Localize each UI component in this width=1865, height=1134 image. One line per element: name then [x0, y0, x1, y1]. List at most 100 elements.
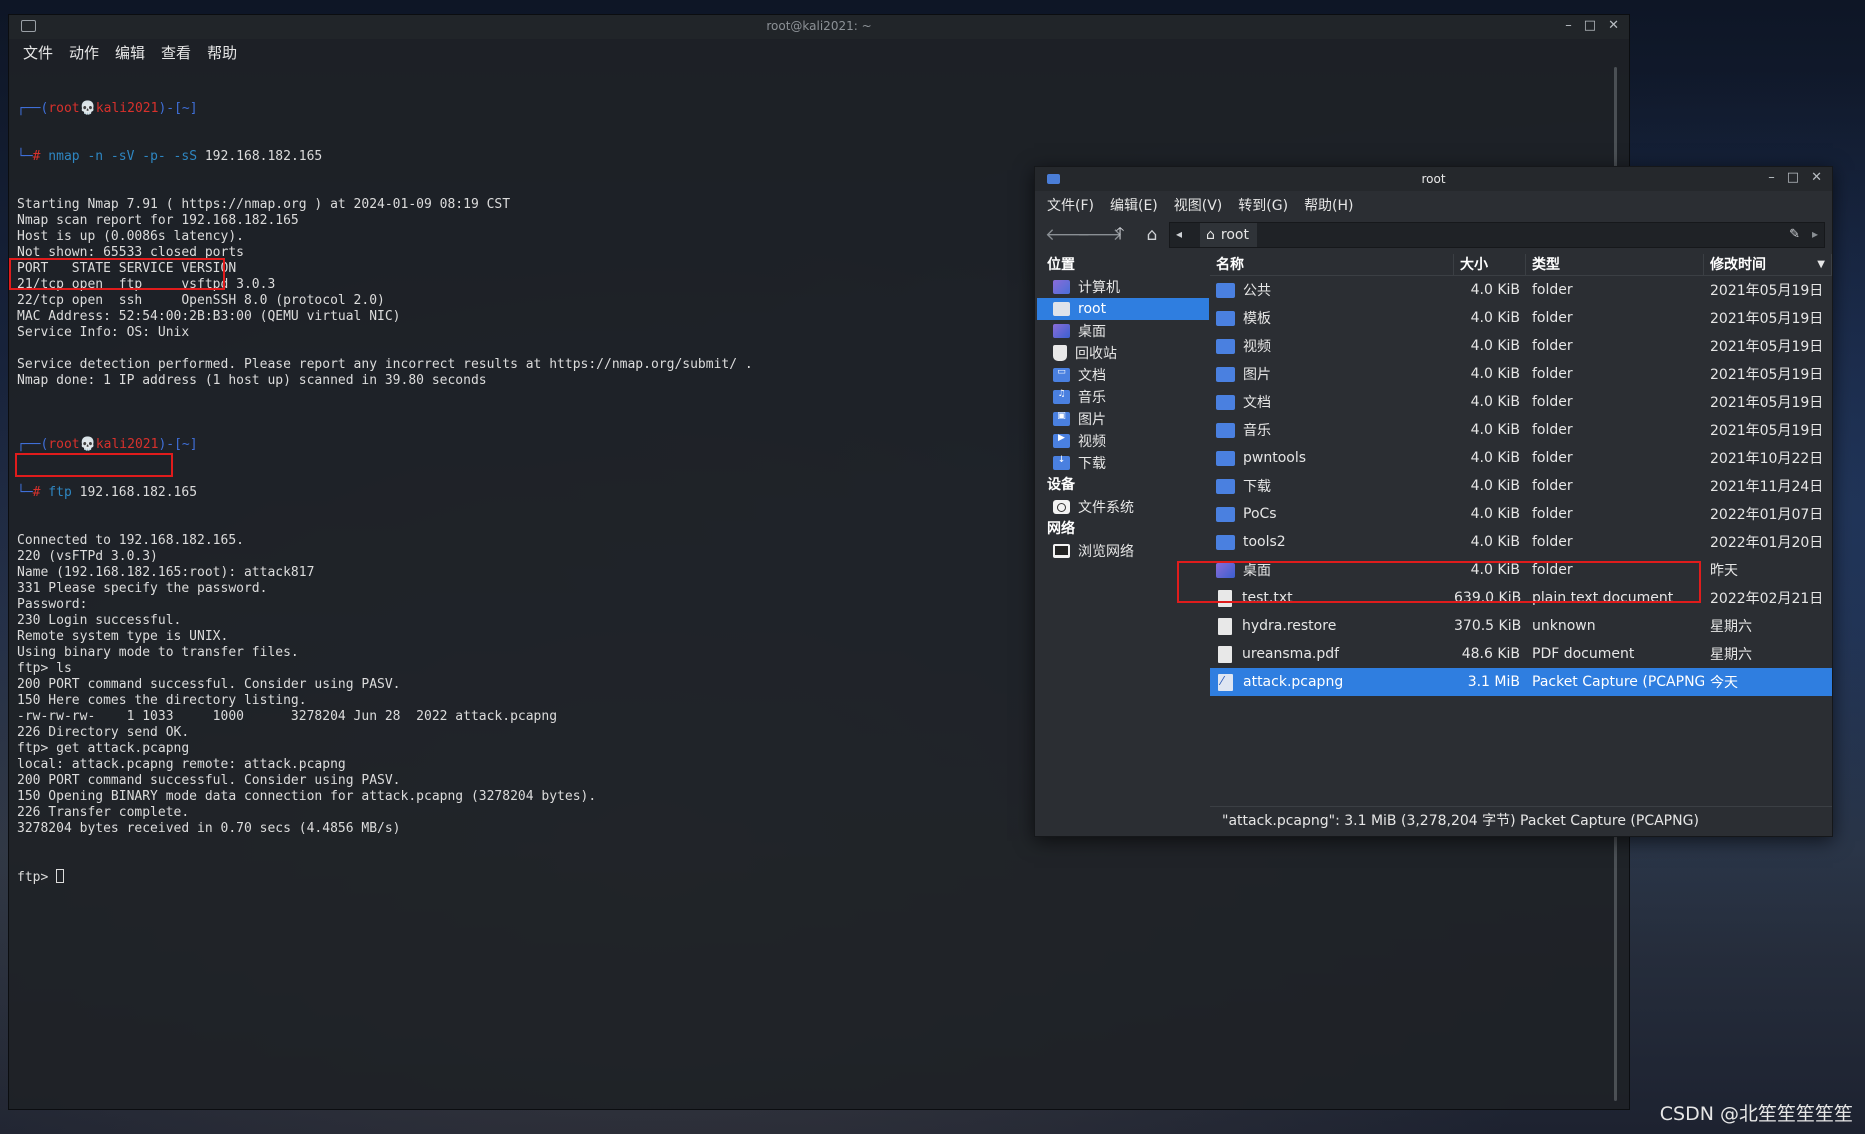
file-name-cell: hydra.restore — [1210, 617, 1454, 635]
pcap-file-icon — [1218, 673, 1233, 691]
status-bar: "attack.pcapng": 3.1 MiB (3,278,204 字节) … — [1210, 806, 1832, 834]
close-button[interactable]: ✕ — [1811, 170, 1822, 186]
sidebar-item[interactable]: ▶ 视频 — [1037, 430, 1209, 452]
file-row[interactable]: 文档 4.0 KiB folder 2021年05月19日 — [1210, 388, 1832, 416]
file-date-cell: 2022年02月21日 — [1710, 591, 1824, 607]
menu-go[interactable]: 转到(G) — [1238, 195, 1288, 215]
path-crumb-root[interactable]: ⌂ root — [1200, 223, 1257, 247]
music-folder-icon: ♫ — [1053, 389, 1070, 404]
file-type-cell: Packet Capture (PCAPNG) — [1532, 674, 1704, 690]
file-row[interactable]: attack.pcapng 3.1 MiB Packet Capture (PCAP… — [1210, 668, 1832, 696]
folder-icon — [1216, 338, 1235, 354]
sidebar-item[interactable]: 浏览网络 — [1037, 540, 1209, 562]
file-row[interactable]: 下载 4.0 KiB folder 2021年11月24日 — [1210, 472, 1832, 500]
file-date-cell: 2021年05月19日 — [1710, 311, 1824, 327]
sidebar-item[interactable]: root — [1037, 298, 1209, 320]
sidebar-item-label: 图片 — [1078, 412, 1106, 428]
column-header-date[interactable]: 修改时间 ▼ — [1704, 254, 1832, 275]
forward-arrow-icon[interactable]: 🡒 — [1077, 225, 1123, 245]
path-bar[interactable]: ◂ ⌂ root ✎ ▸ — [1169, 222, 1825, 248]
trash-icon — [1053, 345, 1067, 361]
menu-help[interactable]: 帮助 — [207, 42, 237, 63]
ftp-prompt-line[interactable]: ftp> — [17, 869, 1629, 885]
file-name-cell: tools2 — [1210, 534, 1454, 550]
home-folder-icon — [1053, 302, 1070, 316]
file-type-cell: folder — [1532, 450, 1573, 466]
highlight-box-get-command — [15, 453, 173, 477]
file-manager-titlebar[interactable]: root – □ ✕ — [1035, 167, 1832, 191]
column-header-type[interactable]: 类型 — [1526, 254, 1704, 275]
file-row[interactable]: 公共 4.0 KiB folder 2021年05月19日 — [1210, 276, 1832, 304]
path-scroll-left-icon[interactable]: ◂ — [1176, 227, 1182, 241]
file-name: 图片 — [1243, 367, 1271, 383]
menu-file[interactable]: 文件 — [23, 42, 53, 63]
file-manager-window[interactable]: root – □ ✕ 文件(F) 编辑(E) 视图(V) 转到(G) 帮助(H)… — [1034, 166, 1833, 837]
file-size-cell: 4.0 KiB — [1470, 310, 1520, 326]
pictures-folder-icon: ▣ — [1053, 411, 1070, 426]
file-name-cell: 公共 — [1210, 280, 1454, 300]
back-arrow-icon[interactable]: 🡐 — [1045, 225, 1091, 245]
file-size-cell: 4.0 KiB — [1470, 394, 1520, 410]
menu-file[interactable]: 文件(F) — [1047, 195, 1094, 215]
file-name: 音乐 — [1243, 423, 1271, 439]
file-type-cell: PDF document — [1532, 646, 1635, 662]
menu-action[interactable]: 动作 — [69, 42, 99, 63]
file-name-cell: PoCs — [1210, 506, 1454, 522]
terminal-titlebar[interactable]: root@kali2021: ~ – □ ✕ — [9, 15, 1629, 39]
menu-edit[interactable]: 编辑 — [115, 42, 145, 63]
menu-view[interactable]: 视图(V) — [1174, 195, 1223, 215]
sidebar-item[interactable]: ♫ 音乐 — [1037, 386, 1209, 408]
file-row[interactable]: 音乐 4.0 KiB folder 2021年05月19日 — [1210, 416, 1832, 444]
file-date-cell: 2021年10月22日 — [1710, 451, 1824, 467]
file-row[interactable]: tools2 4.0 KiB folder 2022年01月20日 — [1210, 528, 1832, 556]
menu-view[interactable]: 查看 — [161, 42, 191, 63]
file-row[interactable]: 视频 4.0 KiB folder 2021年05月19日 — [1210, 332, 1832, 360]
column-header-size[interactable]: 大小 — [1454, 254, 1526, 275]
minimize-button[interactable]: – — [1565, 18, 1572, 34]
close-button[interactable]: ✕ — [1608, 18, 1619, 34]
up-arrow-icon[interactable]: 🡑 — [1109, 221, 1131, 250]
file-row[interactable]: 模板 4.0 KiB folder 2021年05月19日 — [1210, 304, 1832, 332]
file-size-cell: 4.0 KiB — [1470, 478, 1520, 494]
sidebar-item[interactable]: ↓ 下载 — [1037, 452, 1209, 474]
file-name: 文档 — [1243, 395, 1271, 411]
menu-edit[interactable]: 编辑(E) — [1110, 195, 1158, 215]
file-type-cell: folder — [1532, 338, 1573, 354]
file-name-cell: pwntools — [1210, 450, 1454, 466]
sidebar-item[interactable]: 文件系统 — [1037, 496, 1209, 518]
sidebar-item[interactable]: 桌面 — [1037, 320, 1209, 342]
folder-icon — [1216, 422, 1235, 438]
file-row[interactable]: 图片 4.0 KiB folder 2021年05月19日 — [1210, 360, 1832, 388]
folder-icon — [1216, 394, 1235, 410]
highlight-box-attack-pcapng — [1177, 561, 1701, 603]
path-scroll-right-icon[interactable]: ▸ — [1812, 227, 1818, 241]
home-icon[interactable]: ⌂ — [1141, 225, 1163, 245]
file-date-cell: 2022年01月20日 — [1710, 535, 1824, 551]
minimize-button[interactable]: – — [1768, 170, 1775, 186]
file-date-cell: 2021年05月19日 — [1710, 339, 1824, 355]
sidebar-item[interactable]: 回收站 — [1037, 342, 1209, 364]
sidebar-item[interactable]: 计算机 — [1037, 276, 1209, 298]
file-size-cell: 3.1 MiB — [1467, 674, 1520, 690]
maximize-button[interactable]: □ — [1584, 18, 1596, 34]
sidebar-item-label: 计算机 — [1078, 280, 1120, 296]
file-name: hydra.restore — [1242, 618, 1337, 634]
file-row[interactable]: pwntools 4.0 KiB folder 2021年10月22日 — [1210, 444, 1832, 472]
file-size-cell: 370.5 KiB — [1454, 618, 1522, 634]
file-type-cell: folder — [1532, 310, 1573, 326]
file-row[interactable]: hydra.restore 370.5 KiB unknown 星期六 — [1210, 612, 1832, 640]
sidebar-item[interactable]: ▭ 文档 — [1037, 364, 1209, 386]
menu-help[interactable]: 帮助(H) — [1304, 195, 1353, 215]
terminal-title: root@kali2021: ~ — [766, 19, 872, 33]
file-list[interactable]: 名称 大小 类型 修改时间 ▼ 公共 4.0 KiB folder 2021年05月19… — [1210, 254, 1832, 792]
file-size-cell: 4.0 KiB — [1470, 366, 1520, 382]
file-name-cell: 模板 — [1210, 308, 1454, 328]
file-row[interactable]: ureansma.pdf 48.6 KiB PDF document 星期六 — [1210, 640, 1832, 668]
maximize-button[interactable]: □ — [1787, 170, 1799, 186]
sidebar-item[interactable]: ▣ 图片 — [1037, 408, 1209, 430]
pencil-icon[interactable]: ✎ — [1789, 227, 1800, 242]
sidebar-item-label: 文档 — [1078, 368, 1106, 384]
videos-folder-icon: ▶ — [1053, 433, 1070, 448]
column-header-name[interactable]: 名称 — [1210, 254, 1454, 275]
file-row[interactable]: PoCs 4.0 KiB folder 2022年01月07日 — [1210, 500, 1832, 528]
